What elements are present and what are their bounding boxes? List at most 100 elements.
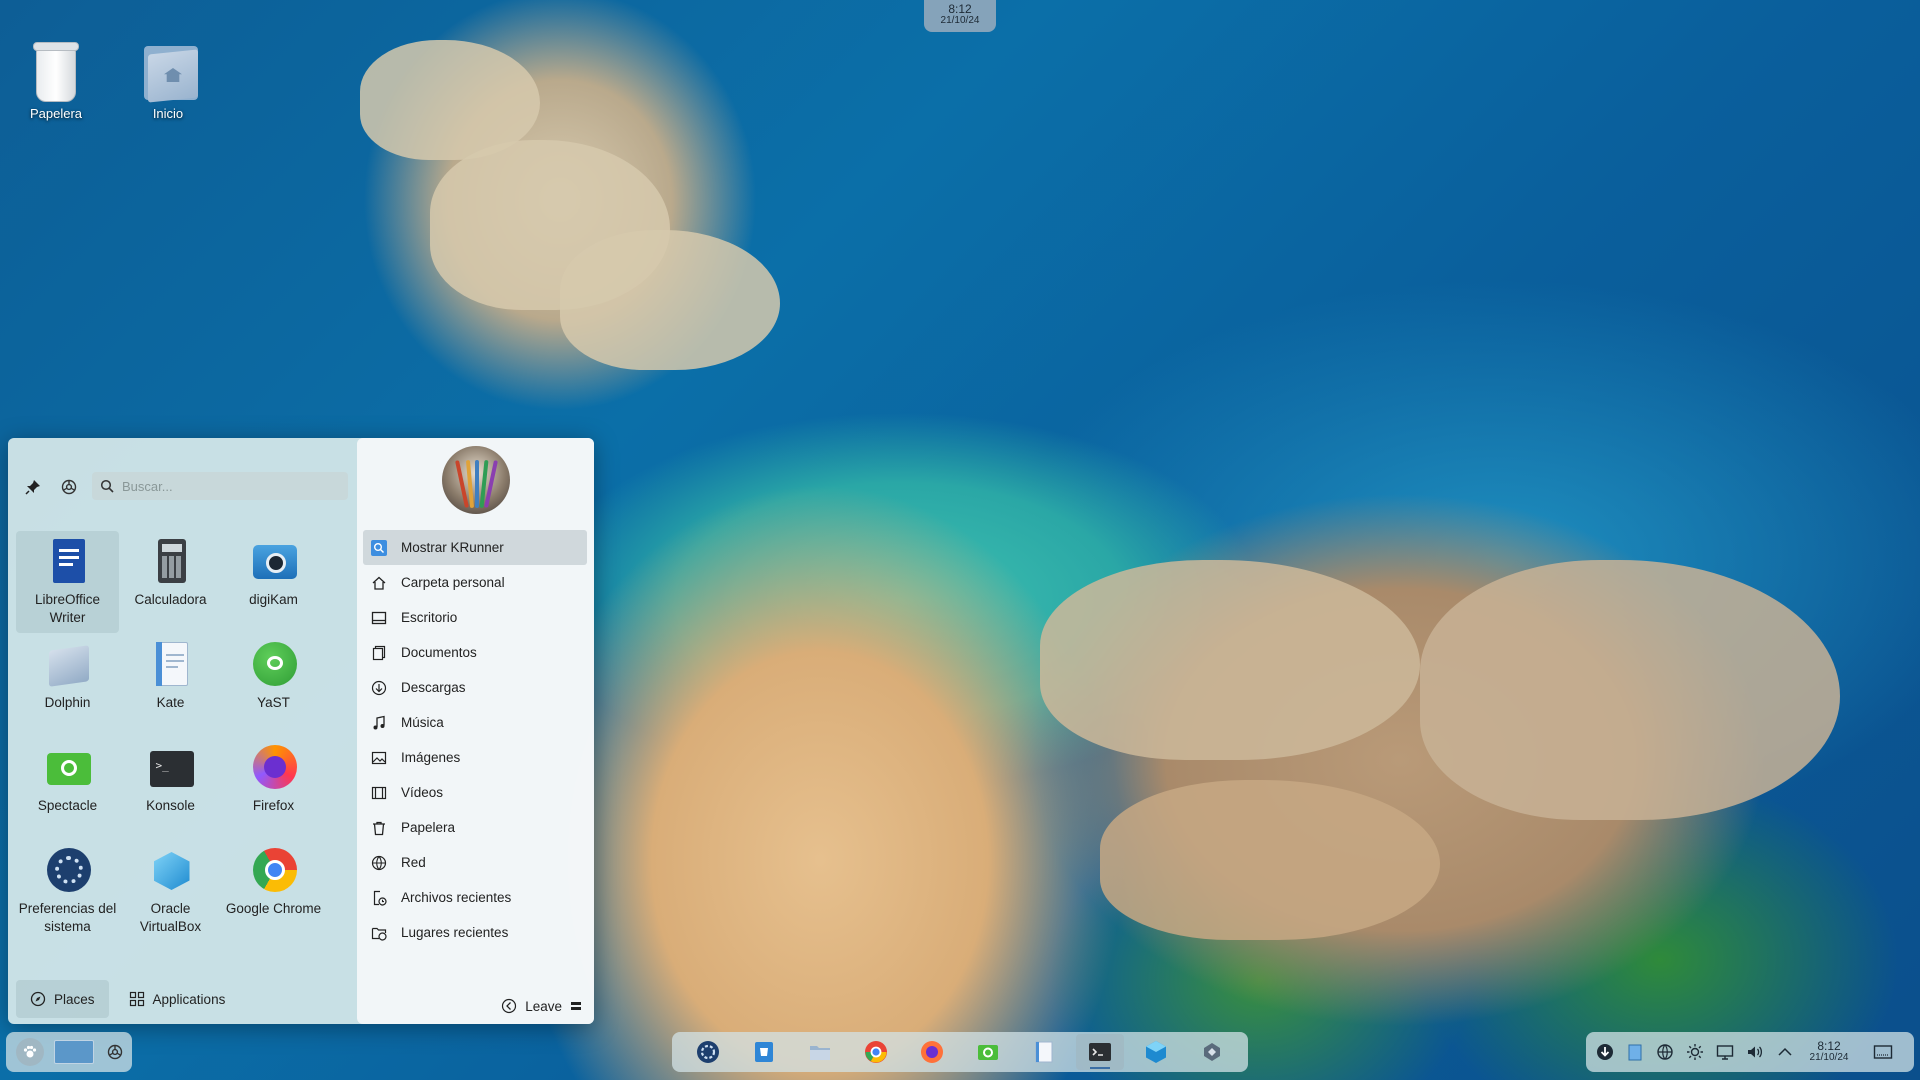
app-label: Dolphin bbox=[44, 695, 91, 710]
virtualbox-icon bbox=[1146, 1041, 1166, 1063]
app-label: YaST bbox=[257, 695, 290, 710]
chrome-icon bbox=[251, 848, 297, 894]
app-virtualbox[interactable]: Oracle VirtualBox bbox=[119, 840, 222, 942]
calculator-icon bbox=[148, 539, 194, 585]
tray-clipboard[interactable] bbox=[1624, 1041, 1646, 1063]
app-firefox[interactable]: Firefox bbox=[222, 737, 325, 839]
kate-icon bbox=[1035, 1041, 1053, 1063]
dock-discover[interactable] bbox=[740, 1034, 788, 1070]
place-videos[interactable]: Vídeos bbox=[363, 775, 587, 810]
place-musica[interactable]: Música bbox=[363, 705, 587, 740]
network-icon bbox=[1657, 1044, 1673, 1060]
rock-decoration bbox=[1420, 560, 1840, 820]
desktop-icon-label: Papelera bbox=[29, 106, 83, 121]
place-lugares-recientes[interactable]: Lugares recientes bbox=[363, 915, 587, 950]
launcher-tabs: Places Applications bbox=[16, 980, 239, 1018]
konsole-icon: >_ bbox=[148, 745, 194, 791]
tray-volume[interactable] bbox=[1744, 1041, 1766, 1063]
virtualbox-icon bbox=[148, 848, 194, 894]
app-libreoffice-writer[interactable]: LibreOffice Writer bbox=[16, 531, 119, 633]
launcher-places-pane: Mostrar KRunner Carpeta personal Escrito… bbox=[357, 438, 594, 1024]
place-escritorio[interactable]: Escritorio bbox=[363, 600, 587, 635]
app-label: Oracle VirtualBox bbox=[139, 901, 202, 934]
video-icon bbox=[371, 785, 387, 801]
home-folder-icon bbox=[142, 40, 198, 103]
place-descargas[interactable]: Descargas bbox=[363, 670, 587, 705]
app-konsole[interactable]: >_ Konsole bbox=[119, 737, 222, 839]
tray-display[interactable] bbox=[1714, 1041, 1736, 1063]
place-mostrar-krunner[interactable]: Mostrar KRunner bbox=[363, 530, 587, 565]
tab-applications[interactable]: Applications bbox=[115, 980, 240, 1018]
settings-icon bbox=[107, 1044, 123, 1060]
tray-brightness[interactable] bbox=[1684, 1041, 1706, 1063]
launcher-apps-pane: LibreOffice Writer Calculadora digiKam bbox=[8, 438, 358, 1024]
app-label: Kate bbox=[156, 695, 185, 710]
place-carpeta-personal[interactable]: Carpeta personal bbox=[363, 565, 587, 600]
display-icon bbox=[1716, 1045, 1734, 1060]
konsole-icon bbox=[1089, 1043, 1111, 1061]
dock-virtualbox[interactable] bbox=[1132, 1034, 1180, 1070]
dock-yast[interactable] bbox=[684, 1034, 732, 1070]
app-calculadora[interactable]: Calculadora bbox=[119, 531, 222, 633]
user-avatar[interactable] bbox=[442, 446, 510, 514]
power-options-icon[interactable] bbox=[570, 1000, 582, 1012]
leave-button[interactable]: Leave bbox=[501, 998, 582, 1014]
app-dolphin[interactable]: Dolphin bbox=[16, 634, 119, 736]
image-icon bbox=[371, 750, 387, 766]
tray-network[interactable] bbox=[1654, 1041, 1676, 1063]
app-google-chrome[interactable]: Google Chrome bbox=[222, 840, 325, 942]
tray-clock[interactable]: 8:12 21/10/24 bbox=[1804, 1040, 1854, 1064]
dock-konsole[interactable] bbox=[1076, 1034, 1124, 1070]
dock-kde-connect[interactable] bbox=[1188, 1034, 1236, 1070]
app-label: Google Chrome bbox=[225, 901, 322, 916]
search-field[interactable] bbox=[92, 472, 348, 500]
volume-icon bbox=[1748, 1046, 1763, 1058]
app-label: Calculadora bbox=[134, 592, 207, 607]
yast-icon bbox=[697, 1041, 719, 1063]
app-preferencias[interactable]: Preferencias del sistema bbox=[16, 840, 119, 942]
place-documentos[interactable]: Documentos bbox=[363, 635, 587, 670]
task-manager-dock bbox=[672, 1032, 1248, 1072]
dock-chrome[interactable] bbox=[852, 1034, 900, 1070]
app-kate[interactable]: Kate bbox=[119, 634, 222, 736]
firefox-icon bbox=[251, 745, 297, 791]
compass-icon bbox=[30, 991, 46, 1007]
tray-clock-time: 8:12 bbox=[1817, 1039, 1841, 1053]
place-imagenes[interactable]: Imágenes bbox=[363, 740, 587, 775]
place-archivos-recientes[interactable]: Archivos recientes bbox=[363, 880, 587, 915]
dock-firefox[interactable] bbox=[908, 1034, 956, 1070]
dock-kate[interactable] bbox=[1020, 1034, 1068, 1070]
places-list: Mostrar KRunner Carpeta personal Escrito… bbox=[363, 530, 587, 950]
tab-applications-label: Applications bbox=[152, 991, 226, 1007]
tray-expand[interactable] bbox=[1774, 1041, 1796, 1063]
update-icon bbox=[1597, 1044, 1613, 1060]
network-icon bbox=[371, 855, 387, 871]
desktop-icon-home[interactable]: Inicio bbox=[120, 40, 216, 121]
show-desktop-button[interactable] bbox=[1872, 1041, 1894, 1063]
desktop-icon-trash[interactable]: Papelera bbox=[8, 40, 104, 121]
music-icon bbox=[371, 715, 387, 731]
search-input[interactable] bbox=[122, 478, 322, 494]
virtual-desktop-pager[interactable] bbox=[54, 1040, 94, 1064]
tray-updates[interactable] bbox=[1594, 1041, 1616, 1063]
dolphin-icon bbox=[45, 642, 91, 688]
tab-places-label: Places bbox=[54, 991, 95, 1007]
place-papelera[interactable]: Papelera bbox=[363, 810, 587, 845]
documents-icon bbox=[371, 645, 387, 661]
tab-places[interactable]: Places bbox=[16, 980, 109, 1018]
top-clock-widget[interactable]: 8:12 21/10/24 bbox=[924, 0, 996, 32]
pin-button[interactable] bbox=[20, 474, 46, 500]
show-desktop-icon bbox=[1873, 1045, 1893, 1059]
app-digikam[interactable]: digiKam bbox=[222, 531, 325, 633]
rock-decoration bbox=[560, 230, 780, 370]
place-red[interactable]: Red bbox=[363, 845, 587, 880]
app-spectacle[interactable]: Spectacle bbox=[16, 737, 119, 839]
spectacle-icon bbox=[45, 745, 91, 791]
app-yast[interactable]: YaST bbox=[222, 634, 325, 736]
dock-dolphin[interactable] bbox=[796, 1034, 844, 1070]
place-label: Vídeos bbox=[401, 785, 444, 800]
configure-button[interactable] bbox=[56, 474, 82, 500]
panel-settings-button[interactable] bbox=[104, 1041, 126, 1063]
dock-spectacle[interactable] bbox=[964, 1034, 1012, 1070]
launcher-button[interactable] bbox=[16, 1038, 44, 1066]
